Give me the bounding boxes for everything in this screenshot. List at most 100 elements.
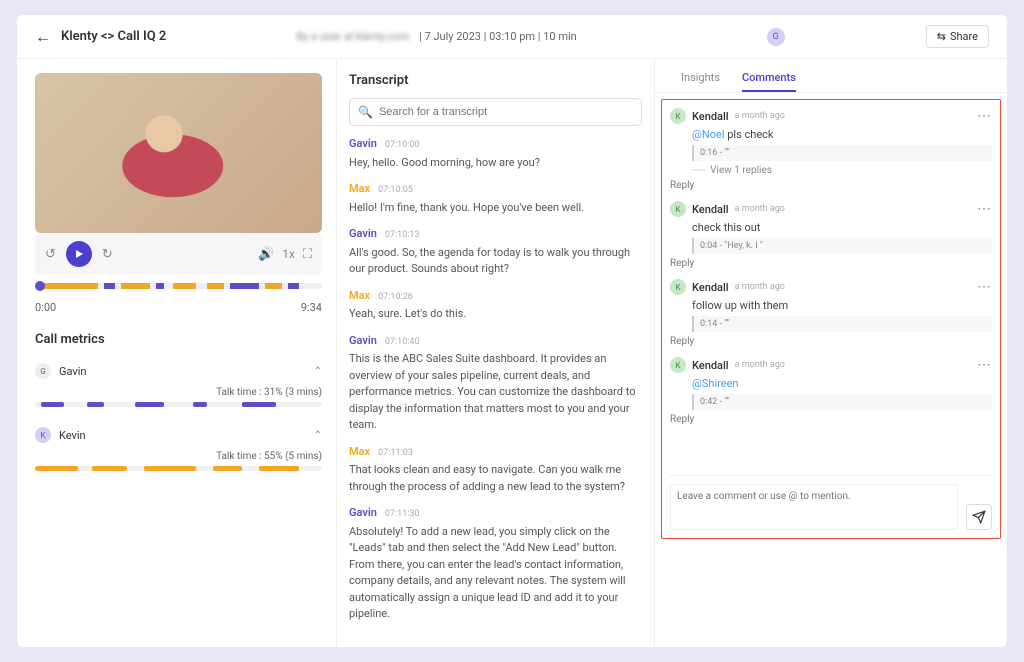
- transcript-line[interactable]: Gavin 07:10:00 Hey, hello. Good morning, h…: [349, 136, 642, 171]
- more-icon[interactable]: ⋯: [977, 108, 992, 124]
- transcript-line[interactable]: Max 07:11:03 That looks clean and easy to …: [349, 444, 642, 496]
- header: ← Klenty <> Call IQ 2 By a user at klent…: [17, 15, 1007, 59]
- video-controls: ↺ ↻ 🔊 1x ⛶: [35, 233, 322, 275]
- comment-time: a month ago: [735, 282, 785, 292]
- comment-avatar: K: [670, 357, 686, 373]
- comment-time: a month ago: [735, 360, 785, 370]
- comment-avatar: K: [670, 201, 686, 217]
- tab-insights[interactable]: Insights: [681, 65, 720, 92]
- transcript-title: Transcript: [349, 73, 642, 88]
- comment-avatar: K: [670, 279, 686, 295]
- chevron-up-icon[interactable]: ⌃: [314, 366, 322, 377]
- more-icon[interactable]: ⋯: [977, 201, 992, 217]
- transcript-speaker: Max: [349, 289, 370, 302]
- comment-author: Kendall: [692, 203, 729, 216]
- comment-body: follow up with them: [692, 299, 992, 312]
- fullscreen-icon[interactable]: ⛶: [303, 247, 312, 262]
- comment-quote[interactable]: 0:16 - "": [692, 145, 992, 161]
- transcript-text: All's good. So, the agenda for today is …: [349, 245, 642, 278]
- speaker-name: Gavin: [59, 365, 306, 378]
- talk-time: Talk time : 31% (3 mins): [35, 387, 322, 398]
- comment-avatar: K: [670, 108, 686, 124]
- comment: K Kendall a month ago ⋯ check this out 0…: [670, 201, 992, 269]
- mention[interactable]: @Noel: [692, 128, 725, 141]
- comment-quote[interactable]: 0:42 - "": [692, 394, 992, 410]
- reply-button[interactable]: Reply: [670, 414, 992, 425]
- reply-button[interactable]: Reply: [670, 336, 992, 347]
- search-icon: 🔍: [358, 105, 373, 119]
- transcript-line[interactable]: Max 07:10:05 Hello! I'm fine, thank you. H…: [349, 181, 642, 216]
- search-field[interactable]: [379, 106, 633, 118]
- reply-button[interactable]: Reply: [670, 180, 992, 191]
- transcript-line[interactable]: Gavin 07:11:30 Absolutely! To add a new le…: [349, 505, 642, 623]
- comment-author: Kendall: [692, 359, 729, 372]
- comment: K Kendall a month ago ⋯ follow up with t…: [670, 279, 992, 347]
- rewind-icon[interactable]: ↺: [45, 247, 56, 262]
- transcript-speaker: Gavin: [349, 334, 377, 347]
- transcript-speaker: Gavin: [349, 506, 377, 519]
- avatar[interactable]: G: [767, 28, 785, 46]
- transcript-speaker: Gavin: [349, 227, 377, 240]
- back-icon[interactable]: ←: [35, 27, 51, 47]
- time-current: 0:00: [35, 301, 56, 314]
- header-date: 7 July 2023: [425, 30, 481, 43]
- comment-author: Kendall: [692, 110, 729, 123]
- transcript-timestamp: 07:11:03: [378, 448, 413, 458]
- call-metrics-title: Call metrics: [35, 332, 322, 347]
- transcript-timestamp: 07:10:40: [385, 337, 420, 347]
- transcript-text: Hello! I'm fine, thank you. Hope you've …: [349, 200, 642, 217]
- comment-body: @Shireen: [692, 377, 992, 390]
- send-button[interactable]: [966, 504, 992, 530]
- comment-quote[interactable]: 0:04 - "Hey, k. I ": [692, 238, 992, 254]
- transcript-text: That looks clean and easy to navigate. C…: [349, 462, 642, 495]
- comment-quote[interactable]: 0:14 - "": [692, 316, 992, 332]
- transcript-timestamp: 07:10:00: [385, 140, 420, 150]
- transcript-text: This is the ABC Sales Suite dashboard. I…: [349, 351, 642, 434]
- more-icon[interactable]: ⋯: [977, 357, 992, 373]
- chevron-up-icon[interactable]: ⌃: [314, 430, 322, 441]
- comment-input[interactable]: [670, 484, 958, 530]
- transcript-timestamp: 07:10:13: [385, 230, 420, 240]
- page-title: Klenty <> Call IQ 2: [61, 29, 166, 44]
- speaker-avatar: G: [35, 363, 51, 379]
- forward-icon[interactable]: ↻: [102, 247, 113, 262]
- transcript-timestamp: 07:10:05: [378, 185, 413, 195]
- share-button[interactable]: ⇆ Share: [926, 25, 989, 48]
- view-replies[interactable]: ── View 1 replies: [692, 165, 992, 176]
- comments-panel: K Kendall a month ago ⋯ @Noel pls check …: [661, 99, 1001, 539]
- transcript-line[interactable]: Gavin 07:10:40 This is the ABC Sales Suite…: [349, 333, 642, 434]
- more-icon[interactable]: ⋯: [977, 279, 992, 295]
- metric-speaker[interactable]: G Gavin ⌃ Talk time : 31% (3 mins): [35, 357, 322, 407]
- share-icon: ⇆: [937, 30, 946, 43]
- play-button[interactable]: [66, 241, 92, 267]
- metric-speaker[interactable]: K Kevin ⌃ Talk time : 55% (5 mins): [35, 421, 322, 471]
- search-input[interactable]: 🔍: [349, 98, 642, 126]
- transcript-line[interactable]: Max 07:10:26 Yeah, sure. Let's do this.: [349, 288, 642, 323]
- comment-body: @Noel pls check: [692, 128, 992, 141]
- header-author: By a user at klenty.com: [296, 30, 409, 43]
- header-duration: 10 min: [543, 30, 577, 43]
- mention[interactable]: @Shireen: [692, 377, 739, 390]
- comment-time: a month ago: [735, 111, 785, 121]
- transcript-timestamp: 07:11:30: [385, 509, 420, 519]
- transcript-speaker: Gavin: [349, 137, 377, 150]
- volume-icon[interactable]: 🔊: [258, 247, 274, 262]
- comment-time: a month ago: [735, 204, 785, 214]
- comment-body: check this out: [692, 221, 992, 234]
- tab-comments[interactable]: Comments: [742, 65, 796, 92]
- transcript-text: Hey, hello. Good morning, how are you?: [349, 155, 642, 172]
- reply-button[interactable]: Reply: [670, 258, 992, 269]
- speed-label[interactable]: 1x: [282, 247, 295, 261]
- header-time: 03:10 pm: [489, 30, 535, 43]
- transcript-line[interactable]: Gavin 07:10:13 All's good. So, the agenda …: [349, 226, 642, 278]
- transcript-speaker: Max: [349, 445, 370, 458]
- comment-author: Kendall: [692, 281, 729, 294]
- transcript-text: Absolutely! To add a new lead, you simpl…: [349, 524, 642, 623]
- transcript-text: Yeah, sure. Let's do this.: [349, 306, 642, 323]
- transcript-speaker: Max: [349, 182, 370, 195]
- timeline[interactable]: 0:00 9:34: [35, 283, 322, 314]
- comment: K Kendall a month ago ⋯ @Noel pls check …: [670, 108, 992, 191]
- video-thumbnail[interactable]: [35, 73, 322, 233]
- transcript-timestamp: 07:10:26: [378, 292, 413, 302]
- talk-time: Talk time : 55% (5 mins): [35, 451, 322, 462]
